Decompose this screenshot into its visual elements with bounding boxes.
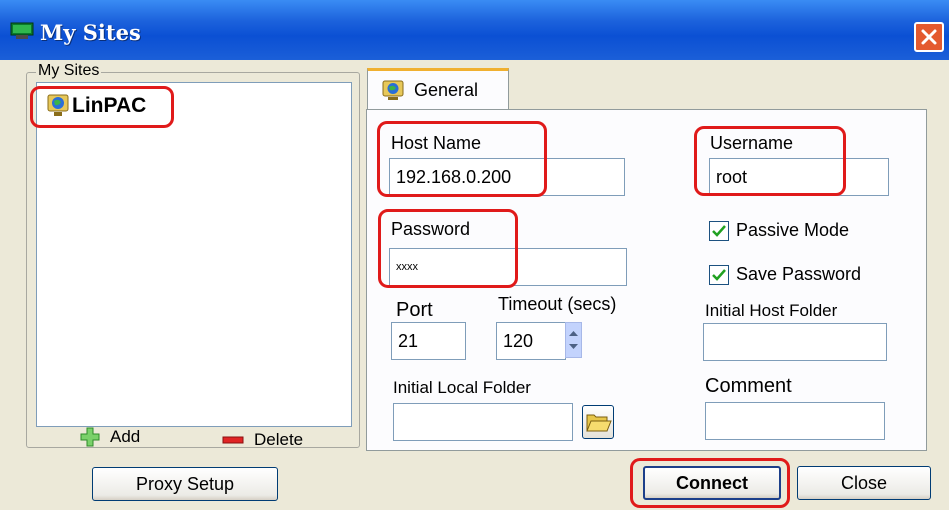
proxy-setup-label: Proxy Setup bbox=[135, 473, 235, 494]
tab-general-label: General bbox=[414, 80, 479, 100]
window-title: My Sites bbox=[40, 20, 141, 45]
check-icon bbox=[712, 225, 726, 237]
minus-icon bbox=[222, 436, 244, 444]
timeout-input[interactable]: 120 bbox=[496, 322, 566, 360]
add-label: Add bbox=[110, 427, 141, 446]
tab-general[interactable]: General bbox=[367, 68, 509, 110]
comment-label: Comment bbox=[705, 375, 792, 397]
comment-input[interactable] bbox=[705, 402, 885, 440]
save-password-label: Save Password bbox=[736, 264, 862, 284]
open-folder-icon bbox=[586, 414, 612, 432]
add-site-button[interactable]: Add bbox=[80, 427, 140, 447]
save-password-checkbox[interactable] bbox=[709, 265, 729, 285]
passive-mode-label: Passive Mode bbox=[736, 220, 850, 240]
highlight-site bbox=[30, 86, 174, 128]
initial-local-folder-label: Initial Local Folder bbox=[393, 378, 531, 397]
check-icon bbox=[712, 269, 726, 281]
port-value: 21 bbox=[398, 331, 419, 351]
highlight-host-name bbox=[377, 121, 547, 197]
close-button[interactable]: Close bbox=[797, 466, 931, 500]
highlight-connect bbox=[630, 458, 790, 508]
port-input[interactable]: 21 bbox=[391, 322, 466, 360]
my-sites-dialog: My Sites My Sites LinPAC Add Delete Prox… bbox=[0, 0, 949, 510]
highlight-username bbox=[694, 126, 846, 196]
plus-icon bbox=[80, 427, 100, 447]
close-icon bbox=[921, 29, 937, 45]
globe-computer-icon bbox=[382, 80, 404, 100]
close-label: Close bbox=[840, 472, 888, 493]
highlight-password bbox=[378, 209, 518, 288]
initial-host-folder-label: Initial Host Folder bbox=[705, 301, 838, 320]
spin-arrows-icon bbox=[569, 331, 578, 349]
close-window-button[interactable] bbox=[914, 22, 944, 52]
delete-site-button[interactable]: Delete bbox=[222, 430, 303, 450]
my-sites-group-label: My Sites bbox=[36, 62, 102, 80]
port-label: Port bbox=[396, 299, 433, 321]
title-bar: My Sites bbox=[0, 0, 949, 60]
browse-folder-button[interactable] bbox=[582, 405, 614, 439]
sites-list[interactable]: LinPAC bbox=[36, 82, 352, 427]
timeout-value: 120 bbox=[503, 331, 534, 351]
initial-local-folder-input[interactable] bbox=[393, 403, 573, 441]
monitor-icon bbox=[10, 22, 34, 39]
proxy-setup-button[interactable]: Proxy Setup bbox=[92, 467, 278, 501]
passive-mode-checkbox[interactable] bbox=[709, 221, 729, 241]
timeout-label: Timeout (secs) bbox=[498, 294, 617, 314]
initial-host-folder-input[interactable] bbox=[703, 323, 887, 361]
delete-label: Delete bbox=[254, 430, 304, 449]
timeout-spinner[interactable] bbox=[565, 322, 582, 358]
